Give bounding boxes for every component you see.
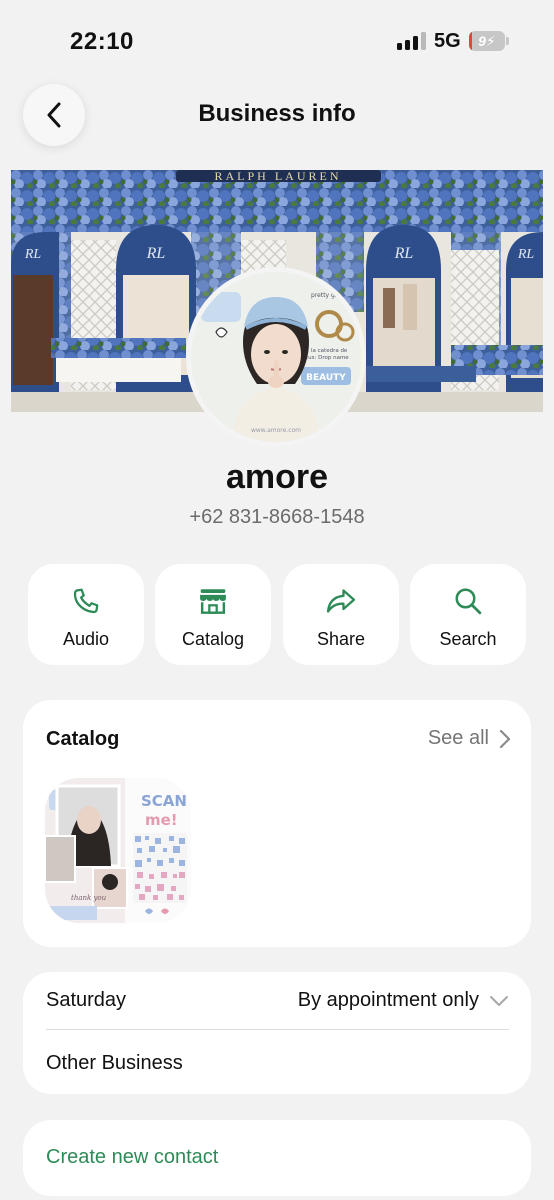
see-all-link[interactable]: See all — [428, 727, 511, 750]
battery-icon: 9⚡ — [469, 31, 509, 51]
action-label-search: Search — [439, 629, 497, 649]
phone-icon — [73, 588, 99, 614]
network-type: 5G — [434, 30, 461, 52]
hours-value: By appointment only — [297, 989, 479, 1011]
svg-text:RL: RL — [146, 245, 166, 262]
other-business-row[interactable]: Other Business — [46, 1034, 509, 1092]
svg-text:pretty girl: pretty girl — [311, 292, 341, 299]
create-contact-section[interactable]: Create new contact — [23, 1120, 531, 1196]
search-icon — [455, 588, 482, 615]
status-time: 22:10 — [70, 28, 134, 55]
scan-me-text: SCAN — [141, 792, 187, 810]
chevron-down-icon — [490, 995, 508, 1006]
storefront-sign: RALPH LAUREN — [214, 170, 341, 183]
audio-call-button[interactable]: Audio — [28, 564, 144, 665]
cellular-signal-icon — [397, 32, 427, 50]
svg-text:BEAUTY: BEAUTY — [306, 373, 346, 383]
create-new-contact-button[interactable]: Create new contact — [46, 1146, 218, 1169]
svg-text:me!: me! — [145, 811, 178, 829]
see-all-label: See all — [427, 727, 489, 749]
catalog-section: Catalog See all thank you SCAN me! — [23, 700, 531, 947]
business-hours-section: Saturday By appointment only Other Busin… — [23, 972, 531, 1094]
svg-text:thank you: thank you — [71, 894, 107, 902]
collage-scan-me-photo: thank you SCAN me! — [45, 778, 191, 923]
business-name: amore — [225, 458, 329, 496]
share-button[interactable]: Share — [283, 564, 399, 665]
page-title: Business info — [198, 100, 356, 127]
hours-row-saturday[interactable]: Saturday By appointment only — [46, 972, 509, 1030]
action-label-catalog: Catalog — [181, 629, 245, 649]
svg-text:www.amore.com: www.amore.com — [251, 427, 301, 434]
svg-text:• la catedra de: • la catedra de — [306, 348, 348, 354]
other-business-label: Other Business — [46, 1051, 183, 1074]
action-bar: Audio Catalog Share Search — [28, 564, 526, 665]
avatar-photo: BEAUTY pretty girl • la catedra de tus: … — [191, 272, 361, 442]
action-label-audio: Audio — [62, 629, 110, 649]
share-arrow-icon — [326, 589, 356, 613]
catalog-button[interactable]: Catalog — [155, 564, 271, 665]
svg-text:RL: RL — [24, 247, 42, 262]
svg-text:RL: RL — [517, 247, 535, 262]
store-icon — [200, 589, 226, 614]
catalog-title: Catalog — [46, 728, 120, 750]
svg-text:tus: Drop name: tus: Drop name — [306, 355, 349, 361]
battery-level: 9⚡ — [478, 33, 496, 49]
catalog-item[interactable]: thank you SCAN me! — [45, 778, 191, 923]
search-button[interactable]: Search — [410, 564, 526, 665]
profile-avatar[interactable]: BEAUTY pretty girl • la catedra de tus: … — [186, 267, 366, 447]
hours-day: Saturday — [46, 989, 127, 1011]
chevron-right-icon — [499, 729, 511, 748]
action-label-share: Share — [316, 629, 366, 649]
svg-text:RL: RL — [394, 245, 414, 262]
business-phone[interactable]: +62 831-8668-1548 — [0, 506, 554, 529]
status-bar: 22:10 5G 9⚡ — [0, 0, 554, 84]
